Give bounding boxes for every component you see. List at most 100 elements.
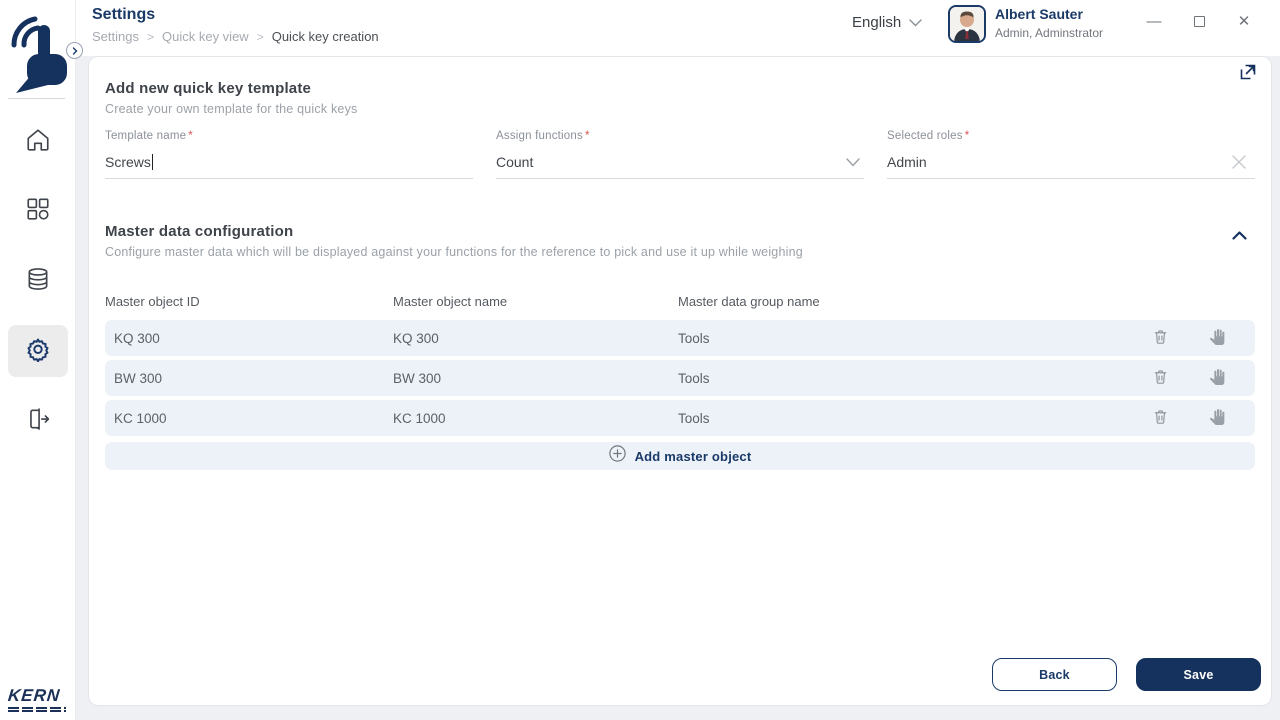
trash-icon — [1152, 408, 1169, 429]
kern-logo-underline — [8, 710, 66, 712]
breadcrumb-settings[interactable]: Settings — [92, 29, 139, 44]
sidebar-item-logout[interactable] — [8, 395, 68, 447]
language-selector[interactable]: English — [852, 14, 922, 31]
master-data-table: KQ 300 KQ 300 Tools BW 300 BW 300 Tools — [105, 320, 1255, 436]
selected-roles-select[interactable]: Admin — [887, 145, 1255, 179]
window-maximize-button[interactable] — [1190, 12, 1208, 30]
trash-icon — [1152, 328, 1169, 349]
breadcrumb-separator: > — [256, 29, 264, 44]
cell-master-object-id: KC 1000 — [114, 410, 167, 426]
cell-master-object-name: KQ 300 — [393, 330, 439, 346]
hand-icon — [1209, 328, 1225, 349]
sidebar-item-dashboard[interactable] — [8, 185, 68, 237]
home-icon — [25, 127, 51, 158]
assign-functions-value: Count — [496, 153, 534, 170]
hand-icon — [1209, 368, 1225, 389]
breadcrumb-quick-key-view[interactable]: Quick key view — [162, 29, 249, 44]
table-row: KQ 300 KQ 300 Tools — [105, 320, 1255, 356]
template-name-input[interactable]: Screws — [105, 145, 473, 179]
master-data-section: Master data configuration Configure mast… — [105, 223, 1255, 470]
table-row: KC 1000 KC 1000 Tools — [105, 400, 1255, 436]
page-title: Settings — [92, 6, 156, 23]
chevron-down-icon — [846, 154, 864, 170]
template-name-label: Template name * — [105, 130, 193, 142]
window-controls: — ✕ — [1145, 12, 1253, 31]
collapse-section-button[interactable] — [1232, 227, 1247, 245]
logout-icon — [25, 406, 51, 437]
user-name: Albert Sauter — [995, 6, 1083, 22]
user-role: Admin, Adminstrator — [995, 26, 1104, 40]
drag-row-button[interactable] — [1209, 368, 1225, 389]
top-header: Settings Settings > Quick key view > Qui… — [76, 0, 1280, 56]
sidebar-divider — [8, 98, 65, 99]
template-form-row: Template name * Screws Assign functions * … — [105, 130, 1255, 179]
table-row: BW 300 BW 300 Tools — [105, 360, 1255, 396]
delete-row-button[interactable] — [1152, 368, 1169, 389]
drag-row-button[interactable] — [1209, 328, 1225, 349]
cell-master-object-name: BW 300 — [393, 370, 442, 386]
template-name-value: Screws — [105, 153, 151, 170]
maximize-icon — [1193, 15, 1205, 27]
section-subheading: Create your own template for the quick k… — [105, 102, 358, 116]
expand-card-button[interactable] — [1239, 63, 1257, 86]
cell-master-object-id: KQ 300 — [114, 330, 160, 346]
selected-roles-field: Selected roles * Admin — [887, 130, 1255, 179]
window-close-button[interactable]: ✕ — [1235, 12, 1253, 30]
drag-row-button[interactable] — [1209, 408, 1225, 429]
text-cursor — [151, 153, 154, 170]
chevron-up-icon — [1232, 227, 1247, 245]
master-data-heading: Master data configuration — [105, 223, 294, 240]
cell-master-object-id: BW 300 — [114, 370, 163, 386]
add-master-object-button[interactable]: Add master object — [105, 442, 1255, 470]
add-template-section: Add new quick key template Create your o… — [105, 80, 1255, 179]
database-icon — [25, 266, 51, 297]
hand-icon — [1209, 408, 1225, 429]
user-menu[interactable]: Albert Sauter Admin, Adminstrator — [948, 5, 1103, 43]
kern-brand-text: KERN — [7, 686, 62, 705]
cell-master-object-name: KC 1000 — [393, 410, 446, 426]
selected-roles-label: Selected roles * — [887, 130, 970, 142]
cell-master-data-group: Tools — [678, 330, 710, 346]
master-data-subheading: Configure master data which will be disp… — [105, 245, 803, 259]
breadcrumb-separator: > — [146, 29, 154, 44]
language-label: English — [852, 14, 902, 31]
required-marker: * — [188, 130, 193, 142]
kern-brand-logo: KERN — [7, 686, 66, 712]
clear-roles-button[interactable] — [1231, 154, 1255, 170]
cell-master-data-group: Tools — [678, 370, 710, 386]
card-footer: Back Save — [992, 658, 1261, 691]
assign-functions-select[interactable]: Count — [496, 145, 864, 179]
kern-logo-underline — [8, 707, 66, 709]
sidebar-item-master-data[interactable] — [8, 255, 68, 307]
sidebar-item-settings[interactable] — [8, 325, 68, 377]
cell-master-data-group: Tools — [678, 410, 710, 426]
breadcrumb: Settings > Quick key view > Quick key cr… — [92, 29, 379, 44]
sidebar-expand-button[interactable] — [66, 42, 83, 59]
assign-functions-field: Assign functions * Count — [496, 130, 864, 179]
window-minimize-button[interactable]: — — [1145, 12, 1163, 30]
master-data-table-header: Master object ID Master object name Mast… — [105, 294, 1255, 309]
quick-key-creation-card: Add new quick key template Create your o… — [88, 56, 1272, 706]
dashboard-icon — [25, 196, 51, 227]
section-heading: Add new quick key template — [105, 80, 312, 97]
app-logo-touch-icon — [8, 12, 70, 94]
delete-row-button[interactable] — [1152, 328, 1169, 349]
column-header-master-object-name: Master object name — [393, 294, 508, 309]
plus-circle-icon — [608, 445, 626, 467]
avatar — [948, 5, 986, 43]
column-header-master-object-id: Master object ID — [105, 294, 200, 309]
sidebar: KERN — [0, 0, 83, 720]
required-marker: * — [964, 130, 970, 142]
back-button[interactable]: Back — [992, 658, 1117, 691]
template-name-field: Template name * Screws — [105, 130, 473, 179]
save-button[interactable]: Save — [1136, 658, 1261, 691]
sidebar-item-home[interactable] — [8, 116, 68, 168]
column-header-master-data-group-name: Master data group name — [678, 294, 820, 309]
delete-row-button[interactable] — [1152, 408, 1169, 429]
settings-gear-icon — [25, 336, 51, 367]
chevron-down-icon — [909, 14, 922, 31]
breadcrumb-quick-key-creation: Quick key creation — [271, 29, 379, 44]
add-master-object-label: Add master object — [634, 448, 752, 464]
trash-icon — [1152, 368, 1169, 389]
selected-roles-value: Admin — [887, 153, 927, 170]
